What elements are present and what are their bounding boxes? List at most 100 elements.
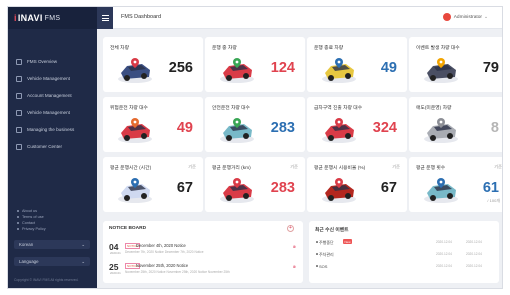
menu-icon-bar	[101, 20, 109, 21]
notice-title: November 25th, 2020 Notice	[136, 263, 189, 268]
stat-card[interactable]: 안전운전 차량 대수 283	[205, 97, 305, 152]
stat-card[interactable]: 운행 중 차량 124	[205, 37, 305, 92]
event-row[interactable]: SOS 2020.12.04 2020.12.04	[316, 263, 498, 272]
stat-card[interactable]: 위험운전 차량 대수 49	[103, 97, 203, 152]
stat-card-value: 79	[482, 60, 499, 76]
car-icon	[422, 177, 460, 205]
recent-events: 최근 수신 이벤트 주행중단 New 2020.12.04 2020.12.04…	[309, 221, 499, 283]
footer-links: About us Terms of use Contact Privacy Po…	[17, 208, 46, 232]
bullet-icon	[17, 228, 19, 230]
language-select[interactable]: Language ⌄	[14, 257, 90, 266]
event-date: 2020.12.04	[466, 240, 482, 244]
event-name: SOS	[319, 264, 328, 269]
stat-card-title: 이벤트 발생 차량 대수	[416, 46, 460, 51]
stat-card[interactable]: 평균 운행시간 (시간) 기준 67	[103, 157, 203, 212]
account-icon	[16, 92, 22, 99]
notice-board: NOTICE BOARD + 04 2020.01 NOTICE Decembe…	[103, 221, 303, 283]
notice-item[interactable]: 25 2020.01 NOTICE November 25th, 2020 No…	[109, 262, 299, 276]
car-icon	[320, 117, 358, 145]
sidebar-item-label: Managing the business	[27, 127, 75, 132]
stat-card-value: 283	[270, 180, 295, 196]
sidebar-item-customer[interactable]: Customer Center	[8, 138, 97, 155]
menu-button[interactable]	[97, 7, 113, 29]
stat-card[interactable]: 이벤트 발생 차량 대수 79	[409, 37, 502, 92]
sidebar-item-account[interactable]: Account Management	[8, 87, 97, 104]
notice-summary: November 25th, 2020 Notice November 25th…	[125, 270, 230, 274]
user-menu[interactable]: Administrator ⌄	[442, 13, 488, 21]
notice-summary: December 7th, 2020 Notice December 7th, …	[125, 250, 204, 254]
top-header: FMS Dashboard Administrator ⌄	[97, 7, 502, 29]
notice-item[interactable]: 04 2020.01 NOTICE December 4th, 2020 Not…	[109, 242, 299, 256]
stat-card-value: 67	[380, 180, 397, 196]
region-select-value: Korean	[19, 242, 34, 247]
car-icon	[116, 57, 154, 85]
footer-link-label: About us	[22, 209, 37, 213]
menu-icon-bar	[101, 17, 109, 19]
car-icon	[422, 117, 460, 145]
plus-icon[interactable]: +	[287, 225, 294, 232]
overview-icon	[16, 58, 22, 65]
notice-month: 2020.01	[110, 251, 121, 255]
new-badge: New	[343, 239, 353, 244]
page-title: FMS Dashboard	[121, 14, 162, 20]
stat-card-title: 위험운전 차량 대수	[110, 106, 148, 111]
stat-card[interactable]: 평균 운행시 시용비율 (%) 기준 67	[307, 157, 407, 212]
stat-card-value: 67	[176, 180, 193, 196]
close-icon[interactable]: ⊗	[293, 244, 296, 249]
footer-link-label: Contact	[22, 221, 36, 225]
close-icon[interactable]: ⊗	[293, 264, 296, 269]
language-select-value: Language	[19, 259, 39, 264]
bullet-icon	[17, 210, 19, 212]
sidebar-item-label: FMS Overview	[27, 59, 58, 64]
stat-card[interactable]: 운행 종료 차량 49	[307, 37, 407, 92]
event-date: 2020.12.04	[436, 240, 452, 244]
event-row[interactable]: 주행중단 New 2020.12.04 2020.12.04	[316, 239, 498, 248]
bullet-icon	[316, 253, 318, 255]
car-icon	[218, 57, 256, 85]
stat-card[interactable]: 애도(미운영) 차량 8	[409, 97, 502, 152]
vehicle-icon	[16, 75, 22, 82]
stat-card[interactable]: 급차구역 진출 차량 대수 324	[307, 97, 407, 152]
bullet-icon	[17, 222, 19, 224]
stat-card-title: 애도(미운영) 차량	[416, 106, 452, 111]
logo[interactable]: i INAVI FMS	[8, 7, 97, 29]
stat-card-value: 49	[176, 120, 193, 136]
footer-link[interactable]: Privacy Policy	[17, 226, 46, 232]
event-date: 2020.12.04	[436, 264, 452, 268]
event-date: 2020.12.04	[466, 252, 482, 256]
stat-card-title: 운행 중 차량	[212, 46, 237, 51]
car-icon	[218, 177, 256, 205]
stat-card[interactable]: 평균 운행 횟수 기준 61 / 100개	[409, 157, 502, 212]
stat-card-value: 61	[482, 180, 499, 196]
logo-mark: i	[14, 13, 17, 23]
stat-card-unit: 기준	[392, 164, 400, 169]
stat-card-sub: / 100개	[487, 198, 500, 203]
sidebar-item-overview[interactable]: FMS Overview	[8, 53, 97, 70]
stat-card-title: 운행 종료 차량	[314, 46, 344, 51]
event-date: 2020.12.04	[436, 252, 452, 256]
stat-card-unit: 기준	[290, 164, 298, 169]
user-icon	[442, 13, 451, 21]
region-select[interactable]: Korean ⌄	[14, 240, 90, 249]
copyright: Copyright © INAVI FMS All rights reserve…	[14, 278, 79, 282]
bullet-icon	[17, 216, 19, 218]
sidebar-item-vehicle-2[interactable]: Vehicle Management	[8, 104, 97, 121]
event-date: 2020.12.04	[466, 264, 482, 268]
notice-board-title: NOTICE BOARD	[109, 226, 147, 231]
sidebar-item-vehicle[interactable]: Vehicle Management	[8, 70, 97, 87]
car-icon	[422, 57, 460, 85]
recent-events-title: 최근 수신 이벤트	[315, 228, 349, 233]
bullet-icon	[316, 265, 318, 267]
stat-card[interactable]: 평균 운행거리 (km) 기준 283	[205, 157, 305, 212]
event-name: 주차관리	[319, 252, 334, 257]
stat-card-title: 평균 운행시 시용비율 (%)	[314, 166, 366, 171]
car-icon	[116, 117, 154, 145]
car-icon	[218, 117, 256, 145]
event-row[interactable]: 주차관리 2020.12.04 2020.12.04	[316, 251, 498, 260]
stat-card-unit: 기준	[188, 164, 196, 169]
sidebar-nav: FMS Overview Vehicle Management Account …	[8, 53, 97, 155]
stat-card[interactable]: 전체 차량 256	[103, 37, 203, 92]
footer-link-label: Terms of use	[22, 215, 44, 219]
sidebar-item-label: Customer Center	[27, 144, 62, 149]
sidebar-item-business[interactable]: Managing the business	[8, 121, 97, 138]
